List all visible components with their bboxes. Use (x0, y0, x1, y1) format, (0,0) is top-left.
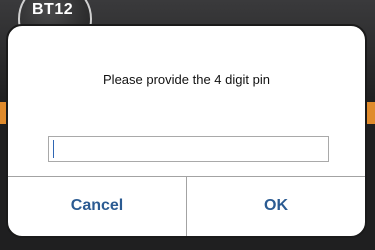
cancel-button-label: Cancel (70, 197, 124, 214)
dialog-message: Please provide the 4 digit pin (103, 72, 270, 87)
pin-input[interactable] (48, 136, 329, 162)
ok-button[interactable]: OK (187, 177, 365, 235)
text-caret (53, 140, 54, 158)
cancel-button[interactable]: Cancel (8, 177, 186, 235)
pin-dialog: Please provide the 4 digit pin Cancel OK (6, 24, 367, 238)
device-badge-label: BT12 (32, 1, 74, 18)
ok-button-label: OK (264, 197, 288, 214)
